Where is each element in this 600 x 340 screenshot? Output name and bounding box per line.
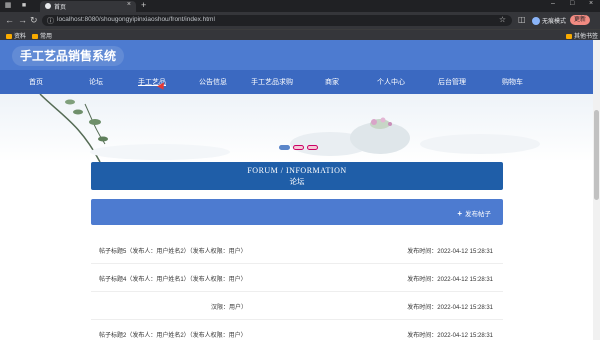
post-title: 帖子标题2（发布人：用户姓名2）（发布人权限：用户） xyxy=(99,333,247,339)
carousel-dot[interactable] xyxy=(293,145,304,150)
post-date: 发布时间：2022-04-12 15:28:31 xyxy=(407,277,493,283)
browser-tab-strip: ▦ ■ 首页 × + – □ × xyxy=(0,0,600,12)
globe-icon xyxy=(45,3,51,9)
reload-icon[interactable]: ↻ xyxy=(30,15,38,26)
post-title: 汉限：用户） xyxy=(211,305,248,311)
list-item[interactable]: 汉限：用户） 发布时间：2022-04-12 15:28:31 xyxy=(91,292,503,320)
carousel-indicators xyxy=(279,145,319,151)
incognito-icon xyxy=(532,17,540,26)
tab-search-icon[interactable]: ■ xyxy=(20,2,28,10)
browser-tab[interactable]: 首页 × xyxy=(40,1,136,12)
back-icon[interactable]: ← xyxy=(5,15,14,25)
forward-icon[interactable]: → xyxy=(18,15,27,25)
nav-personal-center[interactable]: 个人中心 xyxy=(377,77,405,87)
close-icon[interactable]: × xyxy=(127,1,131,8)
list-item[interactable]: 帖子标题2（发布人：用户姓名2）（发布人权限：用户） 发布时间：2022-04-… xyxy=(91,320,503,340)
post-date: 发布时间：2022-04-12 15:28:31 xyxy=(407,249,493,255)
tab-title: 首页 xyxy=(54,5,67,11)
list-item[interactable]: 帖子标题4（发布人：用户姓名1）（发布人权限：用户） 发布时间：2022-04-… xyxy=(91,264,503,292)
nav-merchants[interactable]: 商家 xyxy=(325,77,339,87)
incognito-profile[interactable]: 无痕模式 xyxy=(532,16,567,26)
banner-carousel[interactable] xyxy=(0,94,600,162)
web-page: 手工艺品销售系统 首页 论坛 手工艺品 公告信息 手工艺品求购 商家 个人中心 … xyxy=(0,40,600,340)
post-action-bar: + 发布帖子 xyxy=(91,199,503,225)
bookmark-folder[interactable]: 常用 xyxy=(32,31,52,40)
banner-illustration xyxy=(39,94,540,162)
side-panel-icon[interactable]: ◫ xyxy=(518,15,526,24)
nav-forum[interactable]: 论坛 xyxy=(89,77,103,87)
scrollbar-thumb[interactable] xyxy=(594,110,599,200)
bookmark-folder[interactable]: 资料 xyxy=(6,31,26,40)
site-header: 手工艺品销售系统 xyxy=(0,40,600,70)
nav-announcements[interactable]: 公告信息 xyxy=(199,77,227,87)
other-bookmarks[interactable]: 其他书签 xyxy=(566,31,598,40)
profile-label: 无痕模式 xyxy=(542,19,567,25)
folder-icon xyxy=(32,33,38,39)
page-scrollbar[interactable] xyxy=(593,40,600,340)
list-item[interactable]: 帖子标题5（发布人：用户姓名2）（发布人权限：用户） 发布时间：2022-04-… xyxy=(91,236,503,264)
browser-menu-icon[interactable]: ▦ xyxy=(4,2,12,10)
forum-heading-zh: 论坛 xyxy=(289,177,305,186)
nav-cart[interactable]: 购物车 xyxy=(502,77,523,87)
post-title: 帖子标题5（发布人：用户姓名2）（发布人权限：用户） xyxy=(99,249,247,255)
bookmarks-bar: 资料 常用 其他书签 xyxy=(0,29,600,40)
post-date: 发布时间：2022-04-12 15:28:31 xyxy=(407,305,493,311)
bookmark-star-icon[interactable]: ☆ xyxy=(499,15,506,24)
update-button[interactable]: 更新 xyxy=(570,15,591,25)
forum-section-header: FORUM / INFORMATION 论坛 xyxy=(91,162,503,190)
carousel-dot[interactable] xyxy=(279,145,290,150)
nav-handicraft-requests[interactable]: 手工艺品求购 xyxy=(251,77,293,87)
main-nav: 首页 论坛 手工艺品 公告信息 手工艺品求购 商家 个人中心 后台管理 购物车 xyxy=(0,70,600,94)
publish-post-button[interactable]: + 发布帖子 xyxy=(457,208,491,218)
url-text: localhost:8080/shougongyipinxiaoshou/fro… xyxy=(57,16,215,23)
nav-admin[interactable]: 后台管理 xyxy=(438,77,466,87)
info-icon[interactable]: ⓘ xyxy=(47,16,54,26)
nav-home[interactable]: 首页 xyxy=(29,77,43,87)
close-window-icon[interactable]: × xyxy=(589,0,593,7)
new-tab-icon[interactable]: + xyxy=(141,0,146,10)
carousel-dot[interactable] xyxy=(307,145,318,150)
address-bar[interactable]: ⓘ localhost:8080/shougongyipinxiaoshou/f… xyxy=(42,15,512,26)
folder-icon xyxy=(566,33,572,39)
plus-icon: + xyxy=(457,209,462,218)
site-title: 手工艺品销售系统 xyxy=(12,46,125,66)
publish-post-label: 发布帖子 xyxy=(465,211,491,218)
minimize-icon[interactable]: – xyxy=(551,0,555,7)
post-list: 帖子标题5（发布人：用户姓名2）（发布人权限：用户） 发布时间：2022-04-… xyxy=(91,236,503,340)
folder-icon xyxy=(6,33,12,39)
post-title: 帖子标题4（发布人：用户姓名1）（发布人权限：用户） xyxy=(99,277,247,283)
browser-toolbar: ← → ↻ ⓘ localhost:8080/shougongyipinxiao… xyxy=(0,12,600,29)
maximize-icon[interactable]: □ xyxy=(570,0,574,7)
forum-heading-en: FORUM / INFORMATION xyxy=(247,166,347,175)
post-date: 发布时间：2022-04-12 15:28:31 xyxy=(407,333,493,339)
